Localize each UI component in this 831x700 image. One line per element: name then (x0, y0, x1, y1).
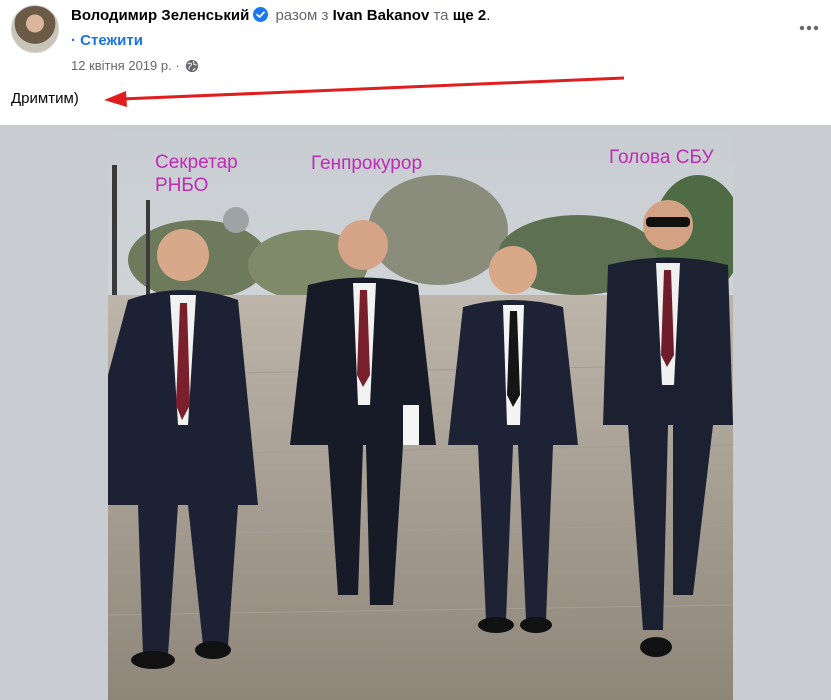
label-secretary-rnbo: Секретар РНБО (155, 151, 238, 197)
red-arrow-annotation (104, 76, 625, 107)
label-prosecutor: Генпрокурор (311, 153, 423, 174)
label-rnbo: РНБО (155, 175, 209, 196)
post-photo[interactable]: Секретар РНБО Генпрокурор Голова СБУ (108, 125, 733, 700)
label-secretary: Секретар (155, 152, 238, 173)
photo-scene (108, 125, 733, 700)
label-sbu-head: Голова СБУ (609, 147, 714, 168)
